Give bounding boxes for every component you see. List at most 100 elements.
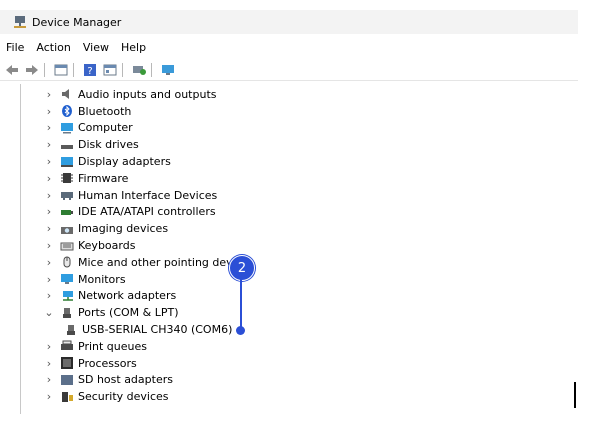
tree-item-computer[interactable]: › Computer bbox=[22, 120, 578, 137]
toolbar-separator bbox=[151, 63, 152, 77]
device-tree: › Audio inputs and outputs › Bluetooth ›… bbox=[22, 86, 578, 405]
scan-hardware-icon[interactable] bbox=[131, 62, 147, 78]
firmware-icon bbox=[60, 172, 74, 184]
show-hide-console-tree-icon[interactable] bbox=[53, 62, 69, 78]
chevron-right-icon[interactable]: › bbox=[42, 121, 56, 134]
tree-item-label: Bluetooth bbox=[78, 104, 132, 118]
chevron-right-icon[interactable]: › bbox=[42, 357, 56, 370]
tree-item-print-queues[interactable]: › Print queues bbox=[22, 338, 578, 355]
toolbar-separator bbox=[122, 63, 123, 77]
chevron-right-icon[interactable]: › bbox=[42, 239, 56, 252]
tree-item-label: Mice and other pointing devic bbox=[78, 255, 242, 269]
tree-item-label: Keyboards bbox=[78, 239, 136, 253]
chevron-right-icon[interactable]: › bbox=[42, 172, 56, 185]
tree-item-label: Print queues bbox=[78, 339, 147, 353]
tree-item-label: Network adapters bbox=[78, 289, 177, 303]
menu-view[interactable]: View bbox=[77, 41, 115, 54]
display-adapter-icon bbox=[60, 156, 74, 168]
printer-icon bbox=[60, 340, 74, 352]
menu-bar: File Action View Help bbox=[0, 38, 152, 56]
chevron-right-icon[interactable]: › bbox=[42, 340, 56, 353]
tree-item-label: Imaging devices bbox=[78, 222, 169, 236]
ide-controller-icon bbox=[60, 206, 74, 218]
chevron-right-icon[interactable]: › bbox=[42, 138, 56, 151]
callout-line bbox=[240, 279, 242, 330]
device-manager-icon bbox=[12, 14, 28, 30]
mouse-icon bbox=[60, 256, 74, 268]
chevron-right-icon[interactable]: › bbox=[42, 105, 56, 118]
menu-file[interactable]: File bbox=[0, 41, 30, 54]
tree-item-disk-drives[interactable]: › Disk drives bbox=[22, 136, 578, 153]
tree-item-security[interactable]: › Security devices bbox=[22, 388, 578, 405]
tree-item-label: Firmware bbox=[78, 171, 129, 185]
tree-item-label: Ports (COM & LPT) bbox=[78, 306, 179, 320]
chevron-right-icon[interactable]: › bbox=[42, 373, 56, 386]
menu-help[interactable]: Help bbox=[115, 41, 152, 54]
chevron-right-icon[interactable]: › bbox=[42, 256, 56, 269]
tree-item-network[interactable]: › Network adapters bbox=[22, 288, 578, 305]
tree-item-hid[interactable]: › Human Interface Devices bbox=[22, 187, 578, 204]
chevron-right-icon[interactable]: › bbox=[42, 205, 56, 218]
window-title: Device Manager bbox=[32, 15, 122, 29]
menu-action[interactable]: Action bbox=[30, 41, 76, 54]
security-icon bbox=[60, 391, 74, 403]
toolbar-separator bbox=[73, 63, 74, 77]
tree-item-label: Display adapters bbox=[78, 155, 171, 169]
keyboard-icon bbox=[60, 240, 74, 252]
tree-item-label: USB-SERIAL CH340 (COM6) bbox=[82, 323, 233, 337]
tree-item-ports[interactable]: ⌄ Ports (COM & LPT) bbox=[22, 304, 578, 321]
back-icon[interactable] bbox=[4, 62, 20, 78]
tree-item-keyboards[interactable]: › Keyboards bbox=[22, 237, 578, 254]
toolbar: ? bbox=[0, 60, 578, 81]
chevron-right-icon[interactable]: › bbox=[42, 222, 56, 235]
tree-item-monitors[interactable]: › Monitors bbox=[22, 271, 578, 288]
callout-badge: 2 bbox=[229, 255, 255, 281]
help-icon[interactable]: ? bbox=[82, 62, 98, 78]
port-icon bbox=[60, 307, 74, 319]
tree-item-firmware[interactable]: › Firmware bbox=[22, 170, 578, 187]
tree-item-label: Monitors bbox=[78, 272, 126, 286]
tree-item-label: Human Interface Devices bbox=[78, 188, 218, 202]
device-manager-window: Device Manager File Action View Help ? ›… bbox=[0, 0, 603, 421]
sd-adapter-icon bbox=[60, 374, 74, 386]
svg-text:?: ? bbox=[87, 66, 92, 77]
tree-item-usb-serial[interactable]: USB-SERIAL CH340 (COM6) bbox=[22, 321, 578, 338]
tree-item-imaging[interactable]: › Imaging devices bbox=[22, 220, 578, 237]
chevron-right-icon[interactable]: › bbox=[42, 390, 56, 403]
tree-item-display-adapters[interactable]: › Display adapters bbox=[22, 153, 578, 170]
disk-drive-icon bbox=[60, 139, 74, 151]
network-icon bbox=[60, 290, 74, 302]
tree-item-processors[interactable]: › Processors bbox=[22, 355, 578, 372]
callout-dot bbox=[236, 326, 245, 335]
tree-item-mice[interactable]: › Mice and other pointing devic bbox=[22, 254, 578, 271]
bluetooth-icon bbox=[60, 105, 74, 118]
processor-icon bbox=[60, 357, 74, 370]
tree-item-label: SD host adapters bbox=[78, 373, 173, 387]
tree-item-label: Audio inputs and outputs bbox=[78, 87, 217, 101]
chevron-right-icon[interactable]: › bbox=[42, 88, 56, 101]
tree-item-label: IDE ATA/ATAPI controllers bbox=[78, 205, 216, 219]
tree-item-label: Disk drives bbox=[78, 138, 139, 152]
tree-item-bluetooth[interactable]: › Bluetooth bbox=[22, 103, 578, 120]
text-cursor bbox=[574, 382, 576, 408]
forward-icon[interactable] bbox=[24, 62, 40, 78]
tree-item-audio[interactable]: › Audio inputs and outputs bbox=[22, 86, 578, 103]
tree-pane-border bbox=[20, 84, 21, 414]
tree-item-label: Processors bbox=[78, 356, 137, 370]
chevron-right-icon[interactable]: › bbox=[42, 189, 56, 202]
port-icon bbox=[64, 324, 78, 336]
tree-item-label: Security devices bbox=[78, 390, 169, 404]
tree-item-ide[interactable]: › IDE ATA/ATAPI controllers bbox=[22, 204, 578, 221]
chevron-down-icon[interactable]: ⌄ bbox=[42, 306, 56, 319]
monitor-icon bbox=[60, 273, 74, 285]
chevron-right-icon[interactable]: › bbox=[42, 155, 56, 168]
camera-icon bbox=[60, 223, 74, 235]
monitor-icon[interactable] bbox=[160, 62, 176, 78]
tree-item-sd-host[interactable]: › SD host adapters bbox=[22, 372, 578, 389]
chevron-right-icon[interactable]: › bbox=[42, 289, 56, 302]
chevron-right-icon[interactable]: › bbox=[42, 273, 56, 286]
title-bar: Device Manager bbox=[0, 10, 578, 34]
properties-icon[interactable] bbox=[102, 62, 118, 78]
toolbar-separator bbox=[44, 63, 45, 77]
hid-icon bbox=[60, 189, 74, 201]
